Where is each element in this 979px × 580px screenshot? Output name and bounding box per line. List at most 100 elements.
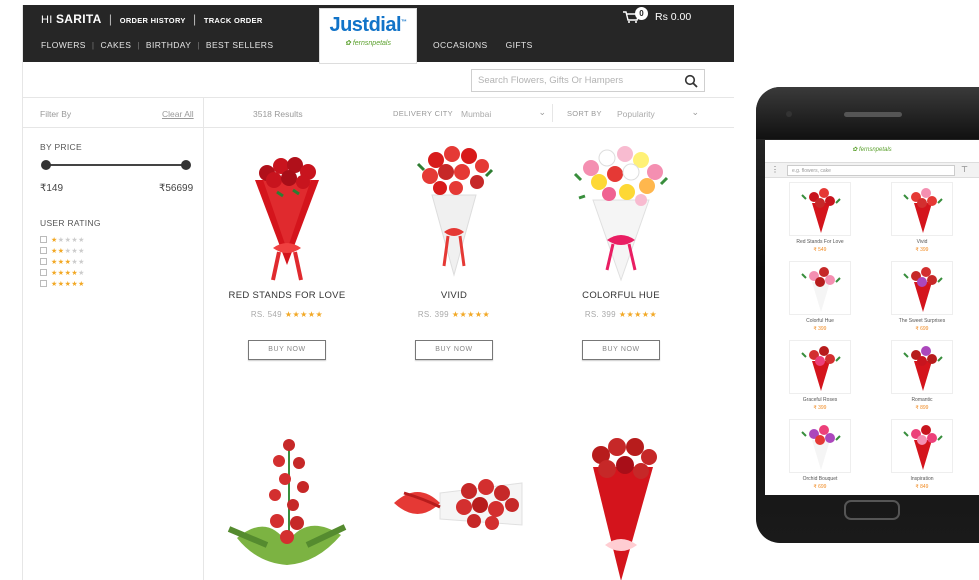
- mobile-product-name[interactable]: Vivid: [877, 239, 967, 245]
- mobile-product-card[interactable]: Vivid ₹ 399: [877, 182, 967, 253]
- red-rose-bunch-icon[interactable]: [374, 140, 534, 290]
- product-name[interactable]: COLORFUL HUE: [541, 290, 701, 301]
- flower-bouquet-icon[interactable]: [789, 419, 851, 473]
- sort-by-label: SORT BY: [567, 109, 602, 118]
- product-name[interactable]: VIVID: [374, 290, 534, 301]
- rose-bunch-with-bow-icon[interactable]: [374, 433, 534, 580]
- mobile-product-name[interactable]: Orchid Bouquet: [775, 476, 865, 482]
- mobile-product-name[interactable]: Graceful Roses: [775, 397, 865, 403]
- mobile-product-price: ₹ 899: [915, 405, 929, 411]
- speaker-icon: [844, 112, 902, 117]
- mobile-product-card[interactable]: The Sweet Surprises ₹ 699: [877, 261, 967, 332]
- search-icon[interactable]: [684, 74, 698, 88]
- cart-button[interactable]: 0 Rs 0.00: [623, 7, 692, 23]
- star-icon: ★: [64, 236, 72, 244]
- product-price: RS. 549: [250, 310, 282, 319]
- flower-bouquet-icon[interactable]: [891, 261, 953, 315]
- mobile-product-card[interactable]: Romantic ₹ 899: [877, 340, 967, 411]
- star-icon: ★: [64, 247, 72, 255]
- flower-bouquet-icon[interactable]: [789, 340, 851, 394]
- mobile-product-price: ₹ 849: [915, 484, 929, 490]
- mobile-product-price: ₹ 399: [915, 247, 929, 253]
- red-rose-bouquet-icon[interactable]: [207, 140, 367, 290]
- rose-basket-arrangement-icon[interactable]: [207, 433, 367, 580]
- clear-all-link[interactable]: Clear All: [162, 109, 194, 119]
- justdial-logo[interactable]: Justdial™ ✿ fernsnpetals: [319, 8, 417, 64]
- track-order-link[interactable]: TRACK ORDER: [204, 16, 263, 25]
- rating-option[interactable]: ★ ★ ★ ★ ★: [40, 256, 85, 267]
- rating-option[interactable]: ★ ★ ★ ★ ★: [40, 278, 85, 289]
- cart-icon: 0: [623, 7, 648, 23]
- star-icon: ★: [51, 258, 58, 266]
- mobile-search-input[interactable]: e.g. flowers, cake: [787, 165, 955, 176]
- mobile-product-price: ₹ 399: [813, 405, 827, 411]
- price-min-handle[interactable]: [41, 160, 51, 170]
- product-card[interactable]: VIVID RS. 399 ★★★★★ BUY NOW: [374, 140, 534, 360]
- rating-checkbox[interactable]: [40, 269, 47, 276]
- logo-text: Justdial: [329, 14, 402, 36]
- mobile-product-name[interactable]: Red Stands For Love: [775, 239, 865, 245]
- mobile-product-name[interactable]: The Sweet Surprises: [877, 318, 967, 324]
- star-icon: ★: [78, 269, 85, 277]
- buy-now-button[interactable]: BUY NOW: [415, 340, 493, 360]
- sort-by-select[interactable]: Popularity ⌄: [611, 104, 705, 122]
- product-card[interactable]: COLORFUL HUE RS. 399 ★★★★★ BUY NOW: [541, 140, 701, 360]
- buy-now-button[interactable]: BUY NOW: [582, 340, 660, 360]
- menu-best-sellers[interactable]: BEST SELLERS: [206, 40, 273, 50]
- product-rating-stars: ★★★★★: [284, 310, 324, 319]
- flower-bouquet-icon[interactable]: [891, 419, 953, 473]
- star-icon: ★: [71, 247, 79, 255]
- order-history-link[interactable]: ORDER HISTORY: [120, 16, 186, 25]
- buy-now-button[interactable]: BUY NOW: [248, 340, 326, 360]
- mobile-product-name[interactable]: Romantic: [877, 397, 967, 403]
- filter-icon[interactable]: ⊤: [961, 165, 968, 174]
- cart-total: Rs 0.00: [655, 11, 692, 23]
- flower-bouquet-icon[interactable]: [891, 340, 953, 394]
- rating-option[interactable]: ★ ★ ★ ★ ★: [40, 245, 85, 256]
- mobile-product-card[interactable]: Red Stands For Love ₹ 549: [775, 182, 865, 253]
- search-input[interactable]: [472, 70, 672, 91]
- price-range-slider[interactable]: [41, 160, 191, 170]
- product-name[interactable]: RED STANDS FOR LOVE: [207, 290, 367, 301]
- mobile-product-name[interactable]: Inspiration: [877, 476, 967, 482]
- rating-checkbox[interactable]: [40, 258, 47, 265]
- product-card[interactable]: [374, 433, 534, 580]
- mobile-product-card[interactable]: Inspiration ₹ 849: [877, 419, 967, 490]
- greeting-text: HI: [41, 14, 53, 26]
- mobile-product-name[interactable]: Colorful Hue: [775, 318, 865, 324]
- flower-bouquet-icon[interactable]: [789, 182, 851, 236]
- product-card[interactable]: [207, 433, 367, 580]
- home-button[interactable]: [844, 500, 900, 520]
- star-icon: ★: [71, 236, 79, 244]
- flower-bouquet-icon[interactable]: [891, 182, 953, 236]
- red-rose-bouquet-large-icon[interactable]: [541, 433, 701, 580]
- rating-option[interactable]: ★ ★ ★ ★ ★: [40, 267, 85, 278]
- mobile-product-card[interactable]: Colorful Hue ₹ 399: [775, 261, 865, 332]
- product-card[interactable]: RED STANDS FOR LOVE RS. 549 ★★★★★ BUY NOW: [207, 140, 367, 360]
- star-icon: ★: [78, 247, 85, 255]
- rating-checkbox[interactable]: [40, 236, 47, 243]
- star-icon: ★: [78, 280, 85, 288]
- menu-gifts[interactable]: GIFTS: [506, 40, 533, 50]
- user-name: SARITA: [55, 12, 102, 26]
- menu-birthday[interactable]: BIRTHDAY: [146, 40, 191, 50]
- product-card[interactable]: [541, 433, 701, 580]
- rating-option[interactable]: ★ ★ ★ ★ ★: [40, 234, 85, 245]
- flower-bouquet-icon[interactable]: [789, 261, 851, 315]
- price-max-value: ₹56699: [159, 183, 194, 194]
- menu-cakes[interactable]: CAKES: [100, 40, 131, 50]
- mobile-product-card[interactable]: Orchid Bouquet ₹ 699: [775, 419, 865, 490]
- flower-logo-icon: ✿: [345, 40, 351, 47]
- rating-checkbox[interactable]: [40, 247, 47, 254]
- delivery-city-value: Mumbai: [461, 109, 492, 119]
- mixed-rose-bunch-icon[interactable]: [541, 140, 701, 290]
- mobile-product-card[interactable]: Graceful Roses ₹ 399: [775, 340, 865, 411]
- menu-flowers[interactable]: FLOWERS: [41, 40, 86, 50]
- mobile-product-price: ₹ 399: [813, 326, 827, 332]
- flower-logo-icon: ✿: [852, 147, 858, 153]
- menu-dots-icon[interactable]: ⋮: [771, 165, 779, 174]
- rating-checkbox[interactable]: [40, 280, 47, 287]
- delivery-city-select[interactable]: Mumbai ⌄: [455, 104, 553, 122]
- price-max-handle[interactable]: [181, 160, 191, 170]
- menu-occasions[interactable]: OCCASIONS: [433, 40, 488, 50]
